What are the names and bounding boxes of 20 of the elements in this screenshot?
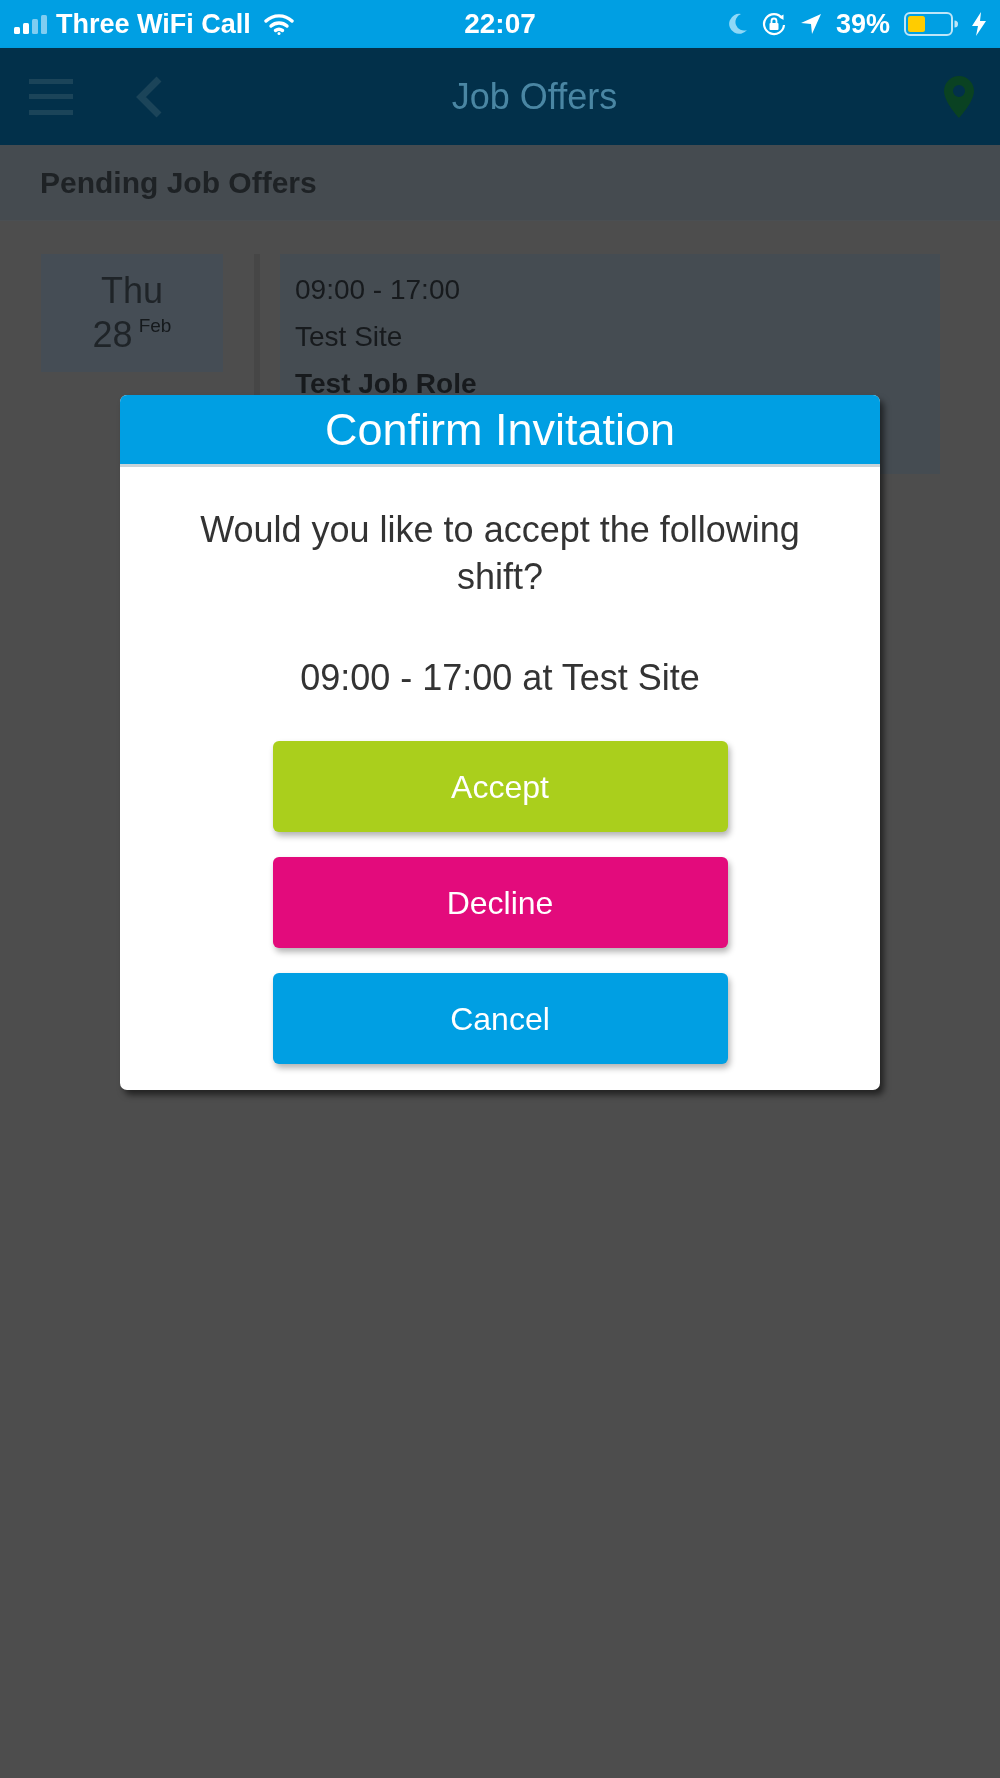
- map-pin-icon[interactable]: [944, 75, 974, 118]
- battery-percentage: 39%: [835, 10, 890, 38]
- dialog-title: Confirm Invitation: [324, 407, 676, 452]
- header-title: Job Offers: [451, 78, 618, 115]
- carrier-name: Three WiFi Call: [56, 10, 251, 38]
- battery-icon: [904, 12, 958, 36]
- menu-icon[interactable]: [29, 78, 73, 115]
- month-label: Feb: [138, 315, 172, 337]
- signal-icon: [14, 14, 47, 34]
- rotation-lock-icon: [761, 12, 786, 36]
- cancel-button[interactable]: Cancel: [272, 973, 728, 1064]
- wifi-icon: [263, 13, 294, 35]
- moon-icon: [727, 13, 748, 35]
- shift-details: 09:00 - 17:00 at Test Site: [300, 656, 700, 700]
- dialog-message: Would you like to accept the following shift?: [199, 508, 801, 599]
- clock-time: 22:07: [464, 10, 536, 38]
- location-arrow-icon: [799, 13, 822, 35]
- charging-bolt-icon: [972, 12, 986, 36]
- decline-button[interactable]: Decline: [272, 857, 728, 948]
- accept-button[interactable]: Accept: [272, 741, 728, 832]
